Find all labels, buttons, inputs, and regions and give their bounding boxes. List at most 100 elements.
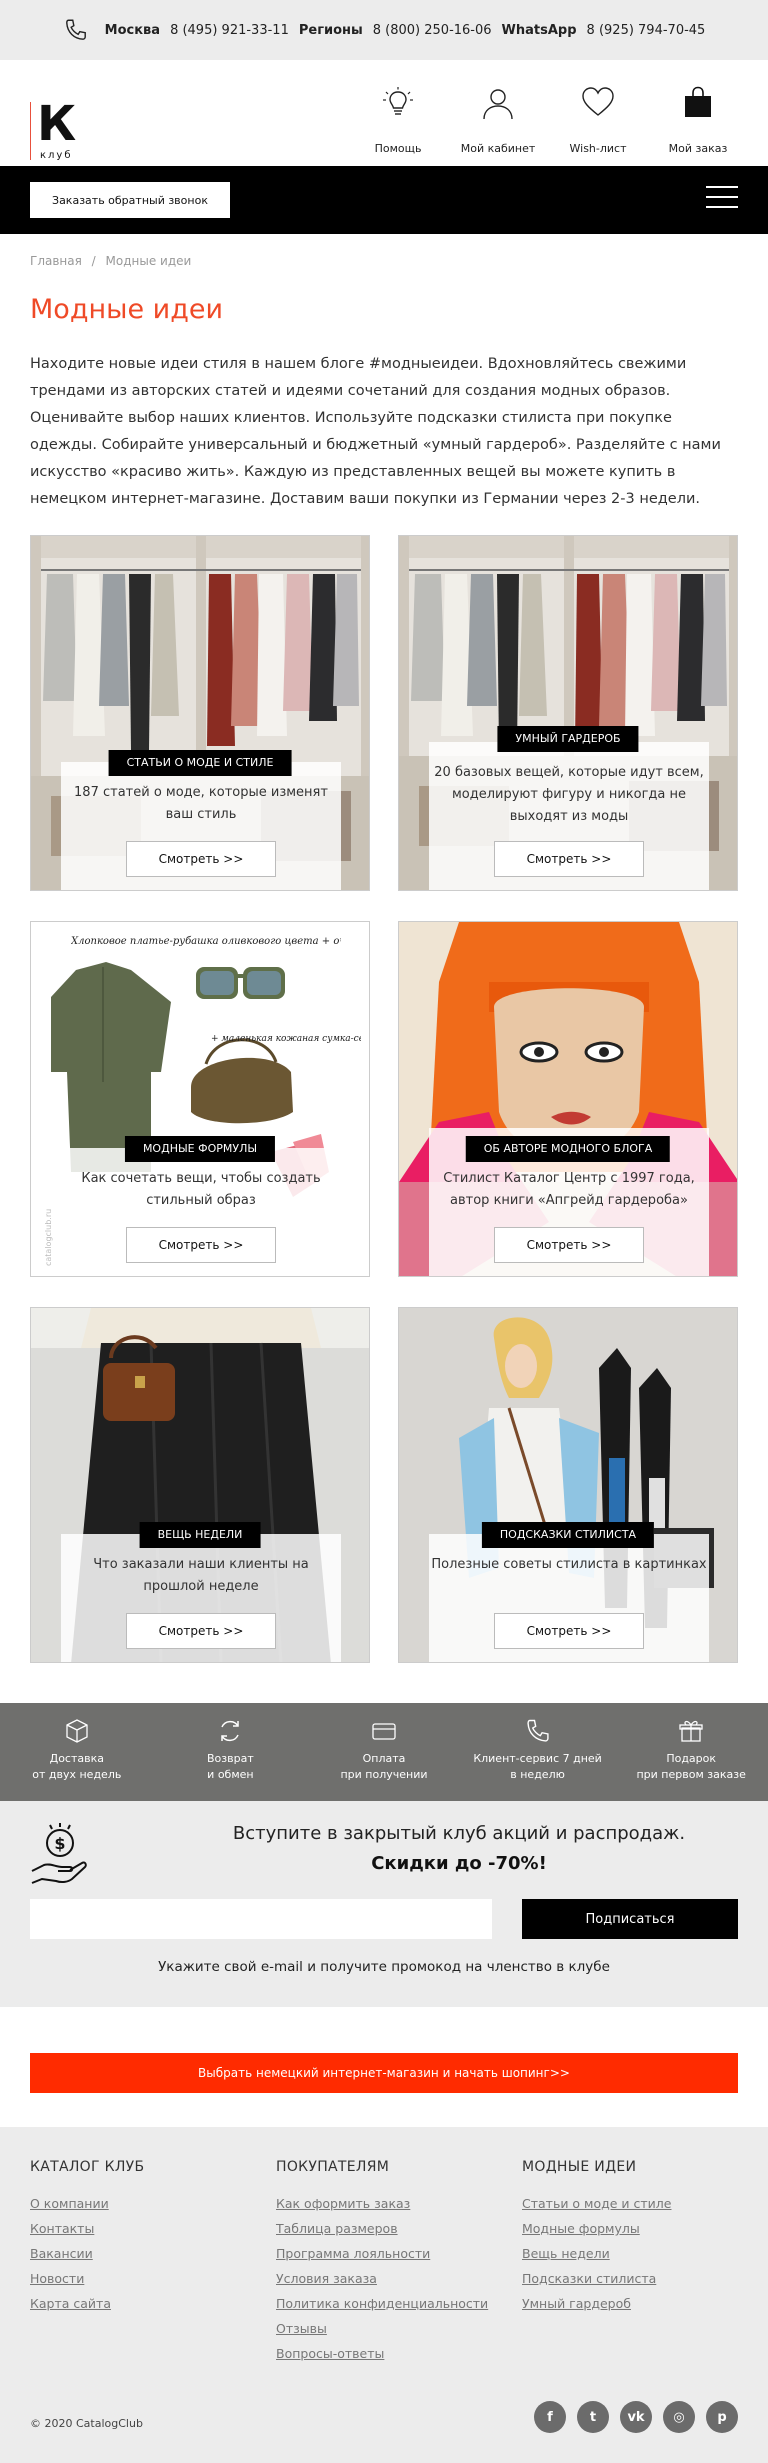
footer-link[interactable]: Умный гардероб	[522, 2291, 752, 2316]
main-menu-bar: Заказать обратный звонок	[0, 166, 768, 234]
nav-account[interactable]: Мой кабинет	[448, 89, 548, 155]
feature-gift-line2: при первом заказе	[636, 1768, 746, 1781]
card-icon	[372, 1723, 396, 1740]
subscribe-note: Укажите свой e-mail и получите промокод …	[158, 1959, 610, 1975]
twitter-icon[interactable]: t	[577, 2401, 609, 2433]
subscribe-button[interactable]: Подписаться	[522, 1899, 738, 1939]
feature-delivery-line1: Доставка	[49, 1752, 104, 1765]
site-header: К клуб Помощь Мой кабинет Wish-лист Мой …	[0, 60, 768, 166]
card-label: УМНЫЙ ГАРДЕРОБ	[497, 726, 639, 752]
vk-icon[interactable]: vk	[620, 2401, 652, 2433]
footer-link[interactable]: Статьи о моде и стиле	[522, 2191, 752, 2216]
svg-text:Хлопковое платье-рубашка оливк: Хлопковое платье-рубашка оливкового цвет…	[71, 936, 341, 947]
site-footer: КАТАЛОГ КЛУБ О компании Контакты Ваканси…	[0, 2127, 768, 2463]
footer-link[interactable]: Отзывы	[276, 2316, 506, 2341]
nav-account-label: Мой кабинет	[460, 142, 536, 155]
regions-phone[interactable]: 8 (800) 250-16-06	[373, 23, 492, 38]
logo-word: клуб	[40, 150, 73, 161]
blog-card-item-of-week[interactable]: ВЕЩЬ НЕДЕЛИ Что заказали наши клиенты на…	[30, 1307, 370, 1663]
shop-cta-button[interactable]: Выбрать немецкий интернет-магазин и нача…	[30, 2053, 738, 2093]
features-bar: Доставка от двух недель Возврат и обмен …	[0, 1703, 768, 1801]
logo-letter: К	[37, 96, 77, 152]
footer-link[interactable]: Таблица размеров	[276, 2216, 506, 2241]
cta-section: Выбрать немецкий интернет-магазин и нача…	[0, 2007, 768, 2127]
whatsapp-phone[interactable]: 8 (925) 794-70-45	[587, 23, 706, 38]
footer-link[interactable]: О компании	[30, 2191, 260, 2216]
heart-icon	[582, 87, 614, 116]
subscribe-title: Вступите в закрытый клуб акций и распрод…	[232, 1823, 686, 1844]
footer-column-customers: ПОКУПАТЕЛЯМ Как оформить заказ Таблица р…	[276, 2159, 506, 2366]
pinterest-icon[interactable]: p	[706, 2401, 738, 2433]
regions-label: Регионы	[298, 22, 363, 38]
footer-link[interactable]: Программа лояльности	[276, 2241, 506, 2266]
refresh-icon	[221, 1720, 240, 1742]
box-icon	[66, 1719, 88, 1743]
footer-column-company: КАТАЛОГ КЛУБ О компании Контакты Ваканси…	[30, 2159, 260, 2316]
footer-link[interactable]: Условия заказа	[276, 2266, 506, 2291]
blog-card-about-author[interactable]: ОБ АВТОРЕ МОДНОГО БЛОГА Стилист Каталог …	[398, 921, 738, 1277]
watermark: catalogclub.ru	[44, 1209, 53, 1266]
feature-return-line1: Возврат	[207, 1752, 254, 1765]
moscow-label: Москва	[104, 22, 161, 38]
social-links: f t vk ◎ p	[523, 2401, 738, 2433]
breadcrumb-separator: /	[91, 254, 96, 268]
footer-link[interactable]: Новости	[30, 2266, 260, 2291]
instagram-icon[interactable]: ◎	[663, 2401, 695, 2433]
svg-text:+ маленькая кожаная сумка-седл: + маленькая кожаная сумка-седло	[211, 1034, 361, 1044]
feature-payment: Оплата при получении	[307, 1703, 461, 1801]
card-description: Что заказали наши клиенты на прошлой нед…	[93, 1557, 309, 1594]
formula-handwriting: Хлопковое платье-рубашка оливкового цвет…	[71, 936, 341, 947]
card-view-button[interactable]: Смотреть >>	[126, 1613, 276, 1649]
card-view-button[interactable]: Смотреть >>	[494, 1227, 644, 1263]
feature-delivery-line2: от двух недель	[32, 1768, 122, 1781]
footer-link[interactable]: Вещь недели	[522, 2241, 752, 2266]
nav-help[interactable]: Помощь	[348, 87, 448, 155]
blog-card-smart-wardrobe[interactable]: УМНЫЙ ГАРДЕРОБ 20 базовых вещей, которые…	[398, 535, 738, 891]
blog-card-articles[interactable]: СТАТЬИ О МОДЕ И СТИЛЕ 187 статей о моде,…	[30, 535, 370, 891]
bag-icon	[685, 86, 711, 117]
footer-link[interactable]: Как оформить заказ	[276, 2191, 506, 2216]
footer-column-title: КАТАЛОГ КЛУБ	[30, 2159, 145, 2175]
card-view-button[interactable]: Смотреть >>	[126, 1227, 276, 1263]
footer-link[interactable]: Карта сайта	[30, 2291, 260, 2316]
breadcrumb-current: Модные идеи	[105, 254, 192, 268]
nav-wishlist[interactable]: Wish-лист	[548, 87, 648, 155]
breadcrumb: Главная / Модные идеи	[30, 254, 738, 268]
card-view-button[interactable]: Смотреть >>	[126, 841, 276, 877]
main-content: Главная / Модные идеи Модные идеи Находи…	[0, 254, 768, 1663]
feature-service-line1: Клиент-сервис 7 дней	[473, 1752, 602, 1765]
footer-link[interactable]: Вакансии	[30, 2241, 260, 2266]
footer-link[interactable]: Модные формулы	[522, 2216, 752, 2241]
nav-order[interactable]: Мой заказ	[648, 86, 748, 155]
blog-card-stylist-tips[interactable]: ПОДСКАЗКИ СТИЛИСТА Полезные советы стили…	[398, 1307, 738, 1663]
burger-menu-icon[interactable]	[706, 186, 738, 210]
facebook-icon[interactable]: f	[534, 2401, 566, 2433]
blog-card-fashion-formulas[interactable]: Хлопковое платье-рубашка оливкового цвет…	[30, 921, 370, 1277]
card-view-button[interactable]: Смотреть >>	[494, 841, 644, 877]
card-view-button[interactable]: Смотреть >>	[494, 1613, 644, 1649]
site-logo[interactable]: К клуб	[30, 96, 90, 161]
footer-link[interactable]: Подсказки стилиста	[522, 2266, 752, 2291]
footer-link[interactable]: Политика конфиденциальности	[276, 2291, 506, 2316]
footer-link[interactable]: Вопросы-ответы	[276, 2341, 506, 2366]
feature-return-line2: и обмен	[207, 1768, 254, 1781]
email-input[interactable]	[30, 1899, 492, 1939]
feature-gift-line1: Подарок	[666, 1752, 717, 1765]
copyright: © 2020 CatalogClub	[30, 2417, 143, 2430]
card-label: МОДНЫЕ ФОРМУЛЫ	[124, 1136, 276, 1162]
footer-link[interactable]: Контакты	[30, 2216, 260, 2241]
moscow-phone[interactable]: 8 (495) 921-33-11	[170, 23, 289, 38]
feature-gift: Подарок при первом заказе	[614, 1703, 768, 1801]
subscribe-discount: Скидки до -70%!	[371, 1853, 547, 1874]
whatsapp-label: WhatsApp	[501, 22, 577, 38]
callback-button[interactable]: Заказать обратный звонок	[30, 182, 230, 218]
card-label: ОБ АВТОРЕ МОДНОГО БЛОГА	[465, 1136, 671, 1162]
user-icon	[483, 89, 513, 120]
nav-order-label: Мой заказ	[668, 142, 728, 155]
blog-cards-grid: СТАТЬИ О МОДЕ И СТИЛЕ 187 статей о моде,…	[30, 535, 738, 1663]
phone-icon	[526, 1719, 549, 1742]
card-description: 187 статей о моде, которые изменят ваш с…	[74, 785, 328, 822]
breadcrumb-home[interactable]: Главная	[30, 254, 82, 268]
gift-icon	[679, 1720, 703, 1742]
footer-column-title: МОДНЫЕ ИДЕИ	[522, 2159, 637, 2175]
